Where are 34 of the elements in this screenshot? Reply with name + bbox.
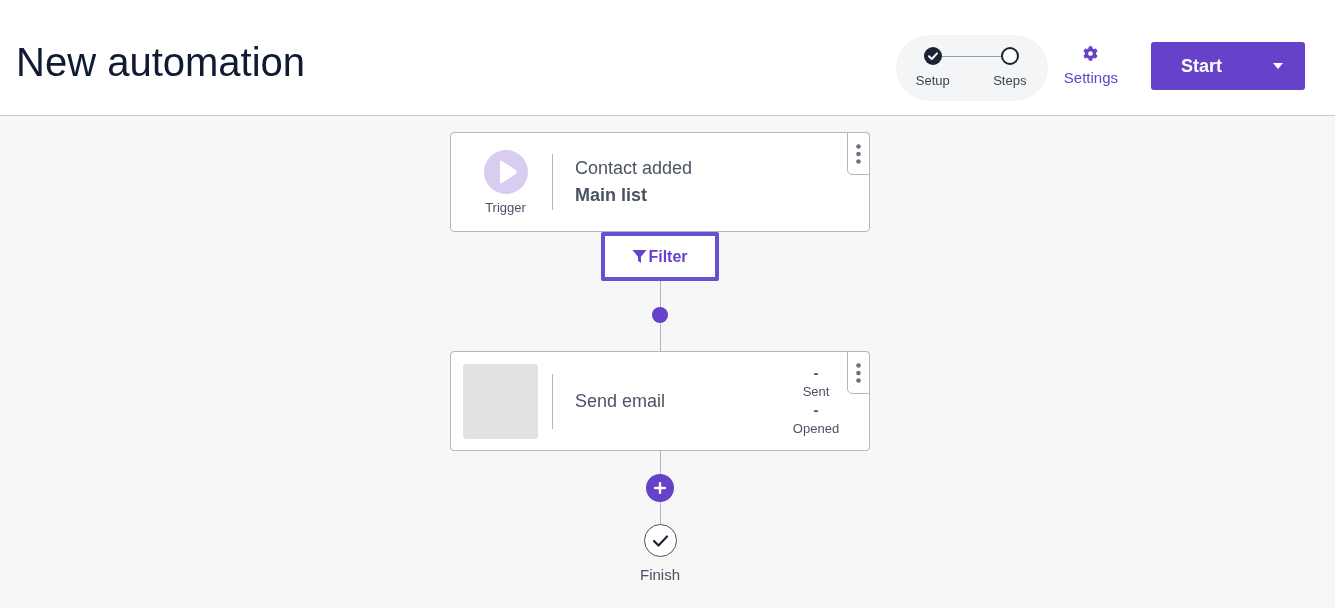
more-menu-button[interactable] <box>847 132 870 175</box>
trigger-label: Trigger <box>485 199 526 215</box>
stat-value: - <box>813 364 819 382</box>
check-circle-icon <box>643 524 677 557</box>
plus-icon <box>654 482 666 494</box>
filter-icon <box>632 249 648 264</box>
kebab-icon <box>856 362 861 383</box>
finish-label: Finish <box>640 566 680 583</box>
start-button[interactable]: Start <box>1151 42 1305 90</box>
play-icon <box>483 149 528 194</box>
stat-label: Sent <box>802 383 830 401</box>
more-menu-button[interactable] <box>847 351 870 394</box>
stat-label: Opened <box>792 420 840 438</box>
trigger-list: Main list <box>575 182 647 209</box>
stat-value: - <box>813 401 819 419</box>
step-label: Setup <box>915 72 950 88</box>
caret-icon <box>1273 63 1283 69</box>
connector-line <box>659 281 661 307</box>
email-step-card[interactable]: Send email - Sent - Opened <box>450 351 870 451</box>
step-title: Send email <box>575 390 666 412</box>
filter-button[interactable]: Filter <box>601 232 719 281</box>
connector-line <box>659 323 661 351</box>
add-step-button[interactable] <box>646 474 674 502</box>
connector-line <box>659 502 661 524</box>
connector-dot-icon <box>652 307 668 323</box>
trigger-card[interactable]: Trigger Contact added Main list <box>450 132 870 232</box>
connector-line <box>659 451 661 474</box>
page-title: New automation <box>16 38 306 86</box>
trigger-event: Contact added <box>575 157 693 180</box>
settings-link[interactable]: Settings <box>1063 45 1118 86</box>
kebab-icon <box>856 143 861 164</box>
step-label: Steps <box>993 72 1027 88</box>
stepper-line <box>941 55 1001 57</box>
settings-icon <box>1083 45 1099 61</box>
